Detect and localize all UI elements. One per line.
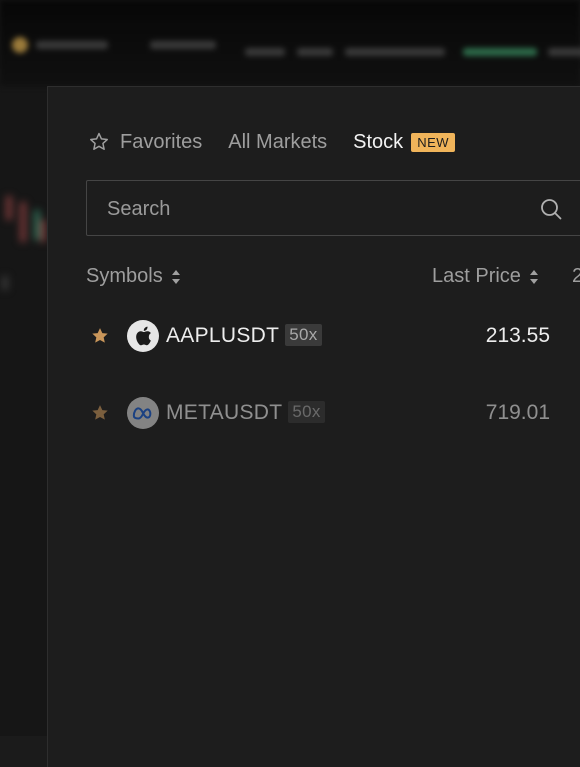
candle [6,196,12,220]
column-symbols[interactable]: Symbols [86,265,181,288]
search-input[interactable] [105,194,509,224]
leverage-badge: 50x [285,324,322,346]
ticker-blurred [548,48,580,56]
last-price: 213.55 [485,324,550,347]
ticker-blurred [345,48,445,56]
tab-all-markets-label: All Markets [228,130,328,153]
column-last-price-label: Last Price [432,265,521,287]
sort-icon [529,269,538,284]
table-header: Symbols Last Price 2 [86,265,580,295]
leverage-badge: 50x [288,401,325,423]
candle [40,220,46,242]
symbol-text: METAUSDT [166,401,283,424]
new-badge: NEW [411,132,456,152]
column-symbols-label: Symbols [86,265,163,287]
tab-stock-label: Stock [353,130,404,153]
apple-logo-icon [127,320,159,352]
tab-all-markets[interactable]: All Markets [228,131,327,154]
search-icon[interactable] [539,197,563,221]
last-price: 719.01 [485,401,550,424]
nav-item-blurred [150,41,216,49]
column-extra-header-clipped[interactable]: 2 [572,265,580,288]
star-outline-icon [90,132,108,150]
search-box[interactable] [86,180,580,236]
meta-logo-icon [127,397,159,429]
market-tabs: Favorites All Markets Stock NEW [88,127,456,157]
brand-logo-icon [12,37,28,53]
ticker-change-blurred [463,48,537,56]
market-selector-panel: Favorites All Markets Stock NEW Symbols … [47,86,580,767]
sort-icon [171,269,180,284]
ticker-blurred [297,48,333,56]
candle [2,276,8,290]
top-navigation-bar-blurred [0,0,580,86]
market-row[interactable]: METAUSDT 50x 719.01 [86,394,580,434]
tab-favorites-label: Favorites [120,130,203,153]
tab-stock[interactable]: Stock [353,131,403,154]
symbol-text: AAPLUSDT [166,324,280,347]
tab-favorites[interactable]: Favorites [88,131,202,154]
brand-name-blurred [36,41,108,49]
symbol-name: METAUSDT 50x [166,401,325,425]
star-filled-icon[interactable] [90,403,110,423]
price-chart-blurred [0,86,48,506]
ticker-blurred [245,48,285,56]
symbol-name: AAPLUSDT 50x [166,324,322,348]
candle [20,202,26,242]
column-last-price[interactable]: Last Price [432,265,539,288]
star-filled-icon[interactable] [90,326,110,346]
market-row[interactable]: AAPLUSDT 50x 213.55 [86,317,580,357]
